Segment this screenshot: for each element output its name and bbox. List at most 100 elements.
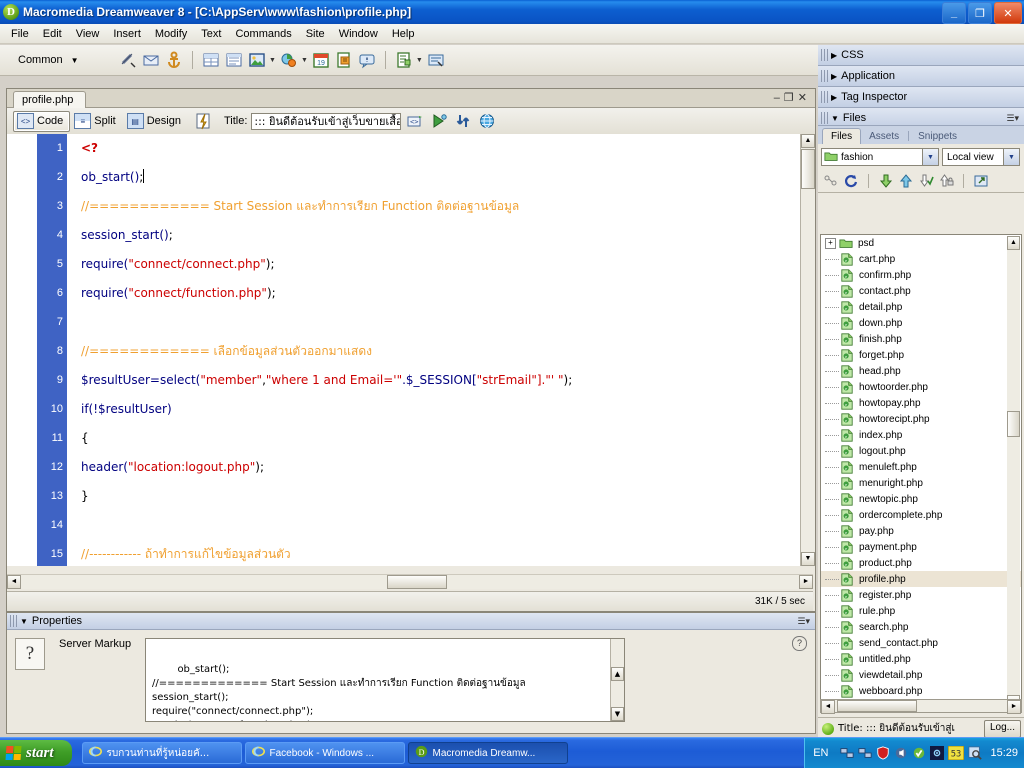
network-icon[interactable]	[840, 746, 855, 760]
file-tree-list[interactable]: + psd e cart.php e confirm.php e contact.php e de…	[820, 234, 1022, 709]
file-list-item[interactable]: e finish.php	[821, 331, 1021, 347]
file-list-item[interactable]: e contact.php	[821, 283, 1021, 299]
chevron-down-icon[interactable]: ▼	[269, 57, 276, 64]
file-list-item[interactable]: e register.php	[821, 587, 1021, 603]
file-list-item[interactable]: e newtopic.php	[821, 491, 1021, 507]
file-list-item[interactable]: e confirm.php	[821, 267, 1021, 283]
template-icon[interactable]	[334, 50, 354, 70]
volume-icon[interactable]	[894, 746, 908, 760]
panel-group-css[interactable]: ▶ CSS	[818, 45, 1024, 66]
updates-icon[interactable]	[912, 746, 926, 760]
chevron-down-icon[interactable]: ▼	[1003, 149, 1019, 165]
panel-grip[interactable]	[821, 70, 829, 82]
file-list-item[interactable]: e menuleft.php	[821, 459, 1021, 475]
tab-files[interactable]: Files	[822, 128, 862, 144]
panel-group-tag-inspector[interactable]: ▶ Tag Inspector	[818, 87, 1024, 108]
file-list-item[interactable]: e viewdetail.php	[821, 667, 1021, 683]
tab-assets[interactable]: Assets	[861, 129, 907, 144]
anchor-icon[interactable]	[164, 50, 184, 70]
file-list-item[interactable]: e send_contact.php	[821, 635, 1021, 651]
file-list-scrollbar[interactable]: ▲ ▼	[1007, 236, 1020, 708]
file-list-item[interactable]: e product.php	[821, 555, 1021, 571]
menu-item-modify[interactable]: Modify	[148, 26, 194, 42]
scroll-left-button[interactable]: ◄	[7, 575, 21, 589]
scroll-right-button[interactable]: ►	[799, 575, 813, 589]
minimize-button[interactable]: _	[942, 2, 966, 24]
put-files-icon[interactable]	[898, 173, 914, 189]
taskbar-item-dreamweaver[interactable]: D Macromedia Dreamw...	[407, 742, 568, 764]
file-list-item[interactable]: e cart.php	[821, 251, 1021, 267]
view-combo[interactable]: Local view ▼	[942, 148, 1020, 166]
file-list-item[interactable]: e ordercomplete.php	[821, 507, 1021, 523]
chevron-down-icon[interactable]: ▼	[416, 57, 423, 64]
log-button[interactable]: Log...	[983, 719, 1021, 738]
menu-item-edit[interactable]: Edit	[36, 26, 69, 42]
comment-icon[interactable]	[357, 50, 377, 70]
panel-grip[interactable]	[821, 49, 829, 61]
file-list-item[interactable]: e detail.php	[821, 299, 1021, 315]
network2-icon[interactable]	[858, 746, 873, 760]
table-icon[interactable]	[201, 50, 221, 70]
menu-item-commands[interactable]: Commands	[228, 26, 298, 42]
code-horizontal-scrollbar[interactable]: ◄ ►	[7, 574, 813, 589]
wireless-icon[interactable]	[930, 746, 945, 760]
server-behavior-icon[interactable]	[426, 50, 446, 70]
menu-item-text[interactable]: Text	[194, 26, 228, 42]
page-title-input[interactable]: ::: ยินดีต้อนรับเข้าสู่เว็บขายเสื้อผ	[251, 112, 402, 130]
live-data-icon[interactable]	[194, 111, 214, 131]
display-icon[interactable]: 53	[948, 745, 965, 761]
help-icon[interactable]: ?	[792, 636, 807, 651]
menu-item-insert[interactable]: Insert	[106, 26, 148, 42]
document-tab-profile-php[interactable]: profile.php	[13, 91, 87, 108]
panel-grip[interactable]	[821, 112, 829, 124]
tag-chooser-icon[interactable]	[394, 50, 414, 70]
panel-grip[interactable]	[10, 615, 18, 627]
table-row-icon[interactable]	[224, 50, 244, 70]
server-markup-textarea[interactable]: ob_start(); //============= Start Sessio…	[145, 638, 625, 722]
file-list-item[interactable]: e untitled.php	[821, 651, 1021, 667]
check-in-icon[interactable]	[938, 173, 954, 189]
document-close-button[interactable]: ✕	[798, 92, 811, 104]
scroll-up-button[interactable]: ▲	[611, 667, 624, 681]
scroll-left-button[interactable]: ◄	[821, 700, 835, 714]
panel-grip[interactable]	[821, 91, 829, 103]
get-files-icon[interactable]	[878, 173, 894, 189]
file-list-item[interactable]: e rule.php	[821, 603, 1021, 619]
refresh-design-icon[interactable]	[453, 111, 473, 131]
document-minimize-button[interactable]: –	[774, 92, 784, 104]
close-button[interactable]: ✕	[994, 2, 1022, 24]
chevron-down-icon[interactable]: ▼	[301, 57, 308, 64]
file-list-item[interactable]: e webboard.php	[821, 683, 1021, 699]
tab-snippets[interactable]: Snippets	[910, 129, 965, 144]
split-view-button[interactable]: ≡ Split	[70, 111, 122, 132]
connect-remote-icon[interactable]	[823, 173, 839, 189]
menu-item-view[interactable]: View	[69, 26, 107, 42]
file-list-item[interactable]: e forget.php	[821, 347, 1021, 363]
scroll-right-button[interactable]: ►	[1007, 700, 1021, 714]
file-list-item[interactable]: e howtorecipt.php	[821, 411, 1021, 427]
code-view-button[interactable]: <> Code	[13, 110, 71, 132]
restore-button[interactable]: ❐	[968, 2, 992, 24]
properties-header[interactable]: ▼ Properties ☰▾	[7, 613, 815, 630]
system-clock[interactable]: 15:29	[990, 747, 1018, 759]
file-list-item[interactable]: + psd	[821, 235, 1021, 251]
scroll-down-button[interactable]: ▼	[611, 707, 624, 721]
start-button[interactable]: start	[0, 740, 72, 766]
expand-collapse-icon[interactable]	[973, 173, 989, 189]
search-icon[interactable]	[968, 746, 983, 760]
chevron-down-icon[interactable]: ▼	[922, 149, 938, 165]
preview-debug-icon[interactable]	[429, 111, 449, 131]
expand-plus-icon[interactable]: +	[825, 237, 836, 249]
site-combo[interactable]: fashion ▼	[821, 148, 939, 166]
file-list-item[interactable]: e head.php	[821, 363, 1021, 379]
insert-category-selector[interactable]: Common ▼	[18, 54, 114, 66]
email-link-icon[interactable]	[141, 50, 161, 70]
check-out-icon[interactable]	[918, 173, 934, 189]
scroll-up-button[interactable]: ▲	[1007, 236, 1020, 250]
hyperlink-broken-icon[interactable]	[118, 50, 138, 70]
h-scroll-thumb[interactable]	[387, 575, 447, 589]
panel-options-menu-icon[interactable]: ☰▾	[797, 616, 810, 627]
h-scroll-thumb[interactable]	[837, 700, 917, 712]
file-list-item[interactable]: e down.php	[821, 315, 1021, 331]
menu-item-file[interactable]: File	[4, 26, 36, 42]
